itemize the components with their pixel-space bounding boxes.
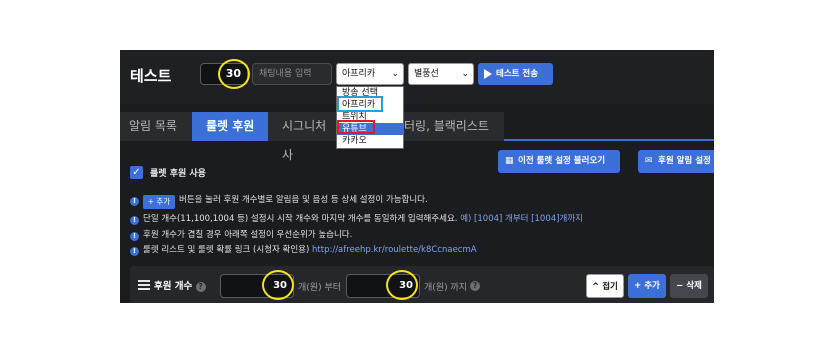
app-window: 테스트 30 채팅내용 입력 아프리카 ⌄ 별풍선 ⌄ 테스트 전송 알림 목록… xyxy=(120,50,714,303)
roulette-link[interactable]: http://afreehp.kr/roulette/k8CcnaecmA xyxy=(312,245,477,255)
donation-count-text: 후원 개수 xyxy=(154,281,193,292)
load-previous-roulette-button[interactable]: ▦ 이전 룰렛 설정 불러오기 xyxy=(498,150,620,173)
send-test-label: 테스트 전송 xyxy=(496,69,539,79)
load-previous-roulette-label: 이전 룰렛 설정 불러오기 xyxy=(518,156,606,166)
tab-signature[interactable]: 시그니처 사 xyxy=(268,112,336,162)
donation-count-label: 후원 개수 ? xyxy=(154,278,206,292)
highlight-circle xyxy=(218,59,250,89)
donation-alert-settings-label: 후원 알림 설정 xyxy=(658,156,711,166)
donation-alert-settings-button[interactable]: ✉ 후원 알림 설정 xyxy=(638,150,714,173)
chevron-down-icon: ⌄ xyxy=(461,69,469,79)
chevron-up-icon: ^ xyxy=(592,282,600,292)
tab-label: 시그니처 사 xyxy=(282,119,327,162)
tab-label: 터링, 블랙리스트 xyxy=(404,119,489,133)
highlight-circle xyxy=(262,270,294,300)
count-to-unit: 개(원) 까지 xyxy=(424,283,468,293)
chat-input[interactable]: 채팅내용 입력 xyxy=(252,63,332,85)
header-bar: 테스트 30 채팅내용 입력 아프리카 ⌄ 별풍선 ⌄ 테스트 전송 xyxy=(120,50,714,104)
send-test-button[interactable]: 테스트 전송 xyxy=(478,63,553,85)
add-row-label: 추가 xyxy=(644,281,660,291)
info-line: ! 후원 개수가 겹칠 경우 아래쪽 설정이 우선순위가 높습니다. xyxy=(130,228,352,241)
donation-count-panel: 후원 개수 ? 30 개(원) 부터 30 개(원) 까지 ? ^ 접기 + 추… xyxy=(130,266,714,303)
info-line: ! 룰렛 리스트 및 룰렛 확률 링크 (시청자 확인용) http://afre… xyxy=(130,243,477,256)
highlight-box xyxy=(337,120,375,134)
delete-row-label: 삭제 xyxy=(686,281,702,291)
page-title: 테스트 xyxy=(130,67,172,85)
drag-handle-icon[interactable] xyxy=(138,280,150,290)
platform-select[interactable]: 아프리카 ⌄ xyxy=(336,63,404,85)
voice-select-value: 별풍선 xyxy=(414,69,439,79)
platform-select-value: 아프리카 xyxy=(342,69,376,79)
roulette-enable-label: 룰렛 후원 사용 xyxy=(150,169,206,179)
roulette-enable-checkbox[interactable]: ✓ xyxy=(130,166,143,179)
plus-icon: + xyxy=(634,281,642,291)
info-text: 룰렛 리스트 및 룰렛 확률 링크 (시청자 확인용) xyxy=(143,245,310,255)
tab-label: 룰렛 후원 xyxy=(206,119,255,133)
tab-alert-list[interactable]: 알림 목록 xyxy=(120,112,192,141)
add-row-button[interactable]: + 추가 xyxy=(628,274,666,298)
info-text: 후원 개수가 겹칠 경우 아래쪽 설정이 우선순위가 높습니다. xyxy=(143,230,353,240)
highlight-circle xyxy=(386,270,418,300)
minus-icon: − xyxy=(676,281,684,291)
fold-button[interactable]: ^ 접기 xyxy=(586,274,624,298)
info-line: ! 단일 개수(11,100,1004 등) 설정시 시작 개수와 마지막 개수를… xyxy=(130,212,583,225)
chevron-down-icon: ⌄ xyxy=(391,69,399,79)
fold-label: 접기 xyxy=(602,282,618,292)
dropdown-option[interactable]: 카카오 xyxy=(337,135,403,147)
delete-row-button[interactable]: − 삭제 xyxy=(670,274,708,298)
help-icon[interactable]: ? xyxy=(470,281,480,291)
info-icon: ! xyxy=(130,197,139,206)
tab-bar: 알림 목록 룰렛 후원 시그니처 사 터링, 블랙리스트 xyxy=(120,112,714,162)
info-line: ! + 추가 버튼을 눌러 후원 개수별로 알림음 및 음성 등 상세 설정이 가능… xyxy=(130,193,428,209)
inline-add-button: + 추가 xyxy=(143,195,175,209)
voice-select[interactable]: 별풍선 ⌄ xyxy=(408,63,474,85)
info-icon: ! xyxy=(130,247,139,256)
info-icon: ! xyxy=(130,232,139,241)
tab-label: 알림 목록 xyxy=(129,119,177,133)
info-text: 버튼을 눌러 후원 개수별로 알림음 및 음성 등 상세 설정이 가능합니다. xyxy=(179,195,428,205)
info-icon: ! xyxy=(130,216,139,225)
bookmark-icon: ▦ xyxy=(505,156,514,166)
info-text: 단일 개수(11,100,1004 등) 설정시 시작 개수와 마지막 개수를 … xyxy=(143,214,458,224)
count-from-unit: 개(원) 부터 xyxy=(298,283,342,293)
play-icon xyxy=(484,69,492,79)
info-example: 예) [1004] 개부터 [1004]개까지 xyxy=(460,214,583,224)
highlight-box xyxy=(337,96,383,112)
tab-roulette[interactable]: 룰렛 후원 xyxy=(192,112,268,141)
gift-icon: ✉ xyxy=(645,156,653,166)
help-icon[interactable]: ? xyxy=(195,282,206,292)
